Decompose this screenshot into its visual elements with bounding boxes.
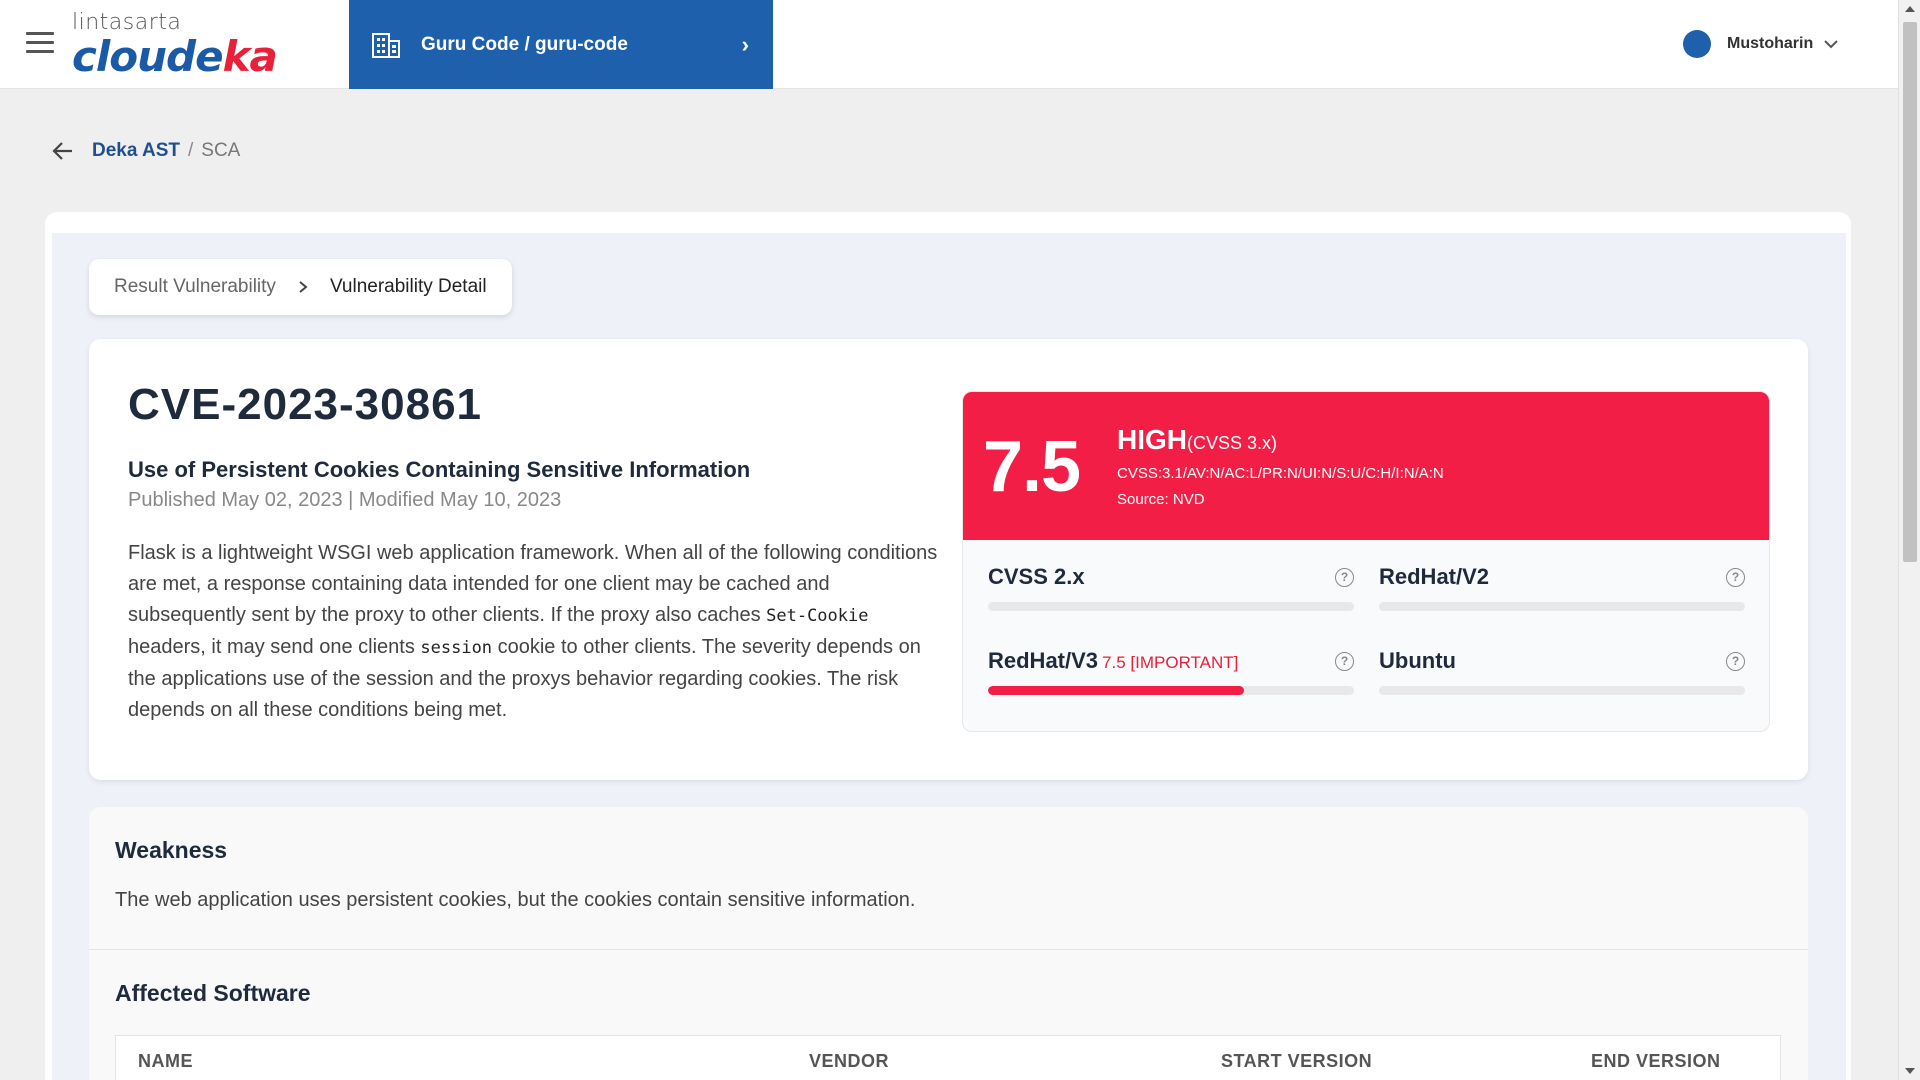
metric-bar [988, 602, 1354, 611]
cve-id: CVE-2023-30861 [128, 380, 483, 429]
score-source: Source: NVD [1117, 491, 1205, 508]
chevron-down-icon [1824, 40, 1838, 49]
chevron-right-icon [299, 281, 308, 293]
score-header: 7.5 HIGH(CVSS 3.x) CVSS:3.1/AV:N/AC:L/PR… [963, 392, 1769, 540]
breadcrumb-parent[interactable]: Deka AST [92, 140, 180, 162]
top-bar: lintasarta cloudeka Guru Code / guru-cod… [0, 0, 1898, 89]
user-menu[interactable]: Mustoharin [1683, 30, 1839, 58]
column-header-name[interactable]: NAME [138, 1051, 193, 1072]
tab-result-vulnerability[interactable]: Result Vulnerability [114, 276, 276, 298]
help-icon[interactable]: ? [1335, 568, 1354, 587]
detail-tabs: Result Vulnerability Vulnerability Detai… [89, 259, 512, 315]
cvss-vector: CVSS:3.1/AV:N/AC:L/PR:N/UI:N/S:U/C:H/I:N… [1117, 465, 1444, 482]
column-header-vendor[interactable]: VENDOR [809, 1051, 889, 1072]
score-value: 7.5 [983, 427, 1081, 507]
building-icon [372, 32, 400, 58]
scrollbar[interactable] [1898, 0, 1920, 1080]
metric-cvss2: CVSS 2.x ? [988, 564, 1354, 611]
chevron-right-icon: › [741, 32, 749, 57]
weakness-text: The web application uses persistent cook… [115, 889, 916, 911]
score-panel: 7.5 HIGH(CVSS 3.x) CVSS:3.1/AV:N/AC:L/PR… [962, 391, 1770, 732]
help-icon[interactable]: ? [1335, 652, 1354, 671]
breadcrumb-separator: / [188, 140, 194, 161]
metric-bar [988, 686, 1354, 695]
menu-icon[interactable] [26, 32, 54, 54]
metric-bar [1379, 602, 1745, 611]
breadcrumb: Deka AST / SCA [50, 138, 240, 164]
cve-description: Flask is a lightweight WSGI web applicat… [128, 542, 938, 721]
back-arrow-icon[interactable] [50, 138, 76, 164]
scroll-up-arrow-icon[interactable] [1905, 6, 1915, 12]
help-icon[interactable]: ? [1726, 568, 1745, 587]
severity-label: HIGH(CVSS 3.x) [1117, 424, 1278, 455]
help-icon[interactable]: ? [1726, 652, 1745, 671]
divider [89, 949, 1808, 950]
metric-redhat-v2: RedHat/V2 ? [1379, 564, 1745, 611]
metric-bar [1379, 686, 1745, 695]
weakness-title: Weakness [115, 837, 228, 863]
column-header-end-version[interactable]: END VERSION [1591, 1051, 1721, 1072]
brand-main-text: cloudeka [72, 32, 278, 81]
scroll-down-arrow-icon[interactable] [1905, 1068, 1915, 1074]
code-session: session [420, 638, 493, 658]
user-name: Mustoharin [1727, 35, 1814, 52]
avatar [1683, 30, 1711, 58]
project-label: Guru Code / guru-code [421, 33, 628, 55]
cve-title: Use of Persistent Cookies Containing Sen… [128, 457, 751, 482]
affected-software-title: Affected Software [115, 980, 311, 1006]
scrollbar-thumb[interactable] [1903, 22, 1917, 562]
tab-vulnerability-detail[interactable]: Vulnerability Detail [330, 276, 487, 298]
breadcrumb-current: SCA [201, 140, 241, 161]
project-switcher[interactable]: Guru Code / guru-code › [349, 0, 773, 89]
code-set-cookie: Set-Cookie [766, 606, 869, 626]
metric-ubuntu: Ubuntu ? [1379, 648, 1745, 695]
cve-dates: Published May 02, 2023 | Modified May 10… [128, 489, 562, 511]
logo[interactable]: lintasarta cloudeka [72, 10, 292, 80]
metric-redhat-v3: RedHat/V3 7.5 [IMPORTANT] ? [988, 648, 1354, 695]
column-header-start-version[interactable]: START VERSION [1221, 1051, 1372, 1072]
affected-table-header: NAME VENDOR START VERSION END VERSION [115, 1035, 1781, 1080]
